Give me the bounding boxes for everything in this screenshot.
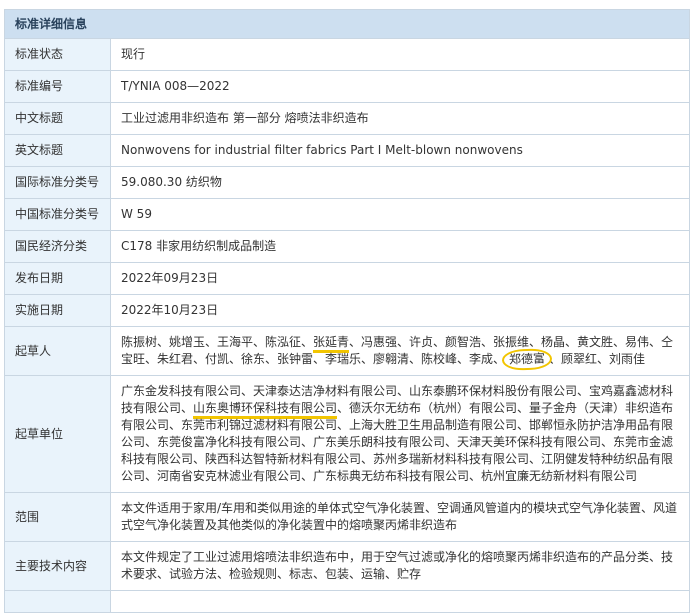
drafters-text-1: 陈振树、姚增玉、王海平、陈泓征、	[121, 335, 313, 349]
drafters-label: 起草人	[5, 327, 111, 376]
row-ccs-number: 中国标准分类号 W 59	[5, 199, 690, 231]
row-main-technical-content: 主要技术内容 本文件规定了工业过滤用熔喷法非织造布中，用于空气过滤或净化的熔喷聚…	[5, 542, 690, 591]
standard-status-value: 现行	[111, 39, 690, 71]
publish-date-label: 发布日期	[5, 263, 111, 295]
ccs-number-label: 中国标准分类号	[5, 199, 111, 231]
english-title-value: Nonwovens for industrial filter fabrics …	[111, 135, 690, 167]
scope-label: 范围	[5, 493, 111, 542]
standard-status-label: 标准状态	[5, 39, 111, 71]
partial-row-label-cell	[5, 591, 111, 613]
row-drafters: 起草人 陈振树、姚增玉、王海平、陈泓征、张延青、冯惠强、许贞、颜智浩、张振维、杨…	[5, 327, 690, 376]
drafting-units-label: 起草单位	[5, 376, 111, 493]
row-implement-date: 实施日期 2022年10月23日	[5, 295, 690, 327]
panel-title: 标准详细信息	[5, 10, 690, 39]
row-chinese-title: 中文标题 工业过滤用非织造布 第一部分 熔喷法非织造布	[5, 103, 690, 135]
highlighted-drafter-name-1: 张延青	[313, 335, 349, 353]
highlighted-unit-name: 山东奥博环保科技有限公司	[193, 401, 337, 419]
row-standard-status: 标准状态 现行	[5, 39, 690, 71]
standard-number-value: T/YNIA 008—2022	[111, 71, 690, 103]
standard-number-label: 标准编号	[5, 71, 111, 103]
scope-value: 本文件适用于家用/车用和类似用途的单体式空气净化装置、空调通风管道内的模块式空气…	[111, 493, 690, 542]
main-technical-content-label: 主要技术内容	[5, 542, 111, 591]
drafting-units-value: 广东金发科技有限公司、天津泰达洁净材料有限公司、山东泰鹏环保材料股份有限公司、宝…	[111, 376, 690, 493]
main-technical-content-value: 本文件规定了工业过滤用熔喷法非织造布中，用于空气过滤或净化的熔喷聚丙烯非织造布的…	[111, 542, 690, 591]
row-partial-clipped	[5, 591, 690, 613]
drafters-value: 陈振树、姚增玉、王海平、陈泓征、张延青、冯惠强、许贞、颜智浩、张振维、杨晶、黄文…	[111, 327, 690, 376]
drafters-text-3: 、顾翠红、刘雨佳	[549, 352, 645, 366]
implement-date-value: 2022年10月23日	[111, 295, 690, 327]
ccs-number-value: W 59	[111, 199, 690, 231]
row-national-economy-class: 国民经济分类 C178 非家用纺织制成品制造	[5, 231, 690, 263]
standard-detail-table: 标准详细信息 标准状态 现行 标准编号 T/YNIA 008—2022 中文标题…	[4, 9, 690, 613]
national-economy-class-label: 国民经济分类	[5, 231, 111, 263]
national-economy-class-value: C178 非家用纺织制成品制造	[111, 231, 690, 263]
row-english-title: 英文标题 Nonwovens for industrial filter fab…	[5, 135, 690, 167]
publish-date-value: 2022年09月23日	[111, 263, 690, 295]
english-title-label: 英文标题	[5, 135, 111, 167]
row-standard-number: 标准编号 T/YNIA 008—2022	[5, 71, 690, 103]
ics-number-label: 国际标准分类号	[5, 167, 111, 199]
row-drafting-units: 起草单位 广东金发科技有限公司、天津泰达洁净材料有限公司、山东泰鹏环保材料股份有…	[5, 376, 690, 493]
highlighted-drafter-name-2: 郑德富	[502, 348, 553, 371]
row-publish-date: 发布日期 2022年09月23日	[5, 263, 690, 295]
chinese-title-value: 工业过滤用非织造布 第一部分 熔喷法非织造布	[111, 103, 690, 135]
row-scope: 范围 本文件适用于家用/车用和类似用途的单体式空气净化装置、空调通风管道内的模块…	[5, 493, 690, 542]
standard-detail-page: 标准详细信息 标准状态 现行 标准编号 T/YNIA 008—2022 中文标题…	[0, 0, 694, 613]
panel-header: 标准详细信息	[5, 10, 690, 39]
chinese-title-label: 中文标题	[5, 103, 111, 135]
row-ics-number: 国际标准分类号 59.080.30 纺织物	[5, 167, 690, 199]
ics-number-value: 59.080.30 纺织物	[111, 167, 690, 199]
implement-date-label: 实施日期	[5, 295, 111, 327]
partial-row-value-cell	[111, 591, 690, 613]
